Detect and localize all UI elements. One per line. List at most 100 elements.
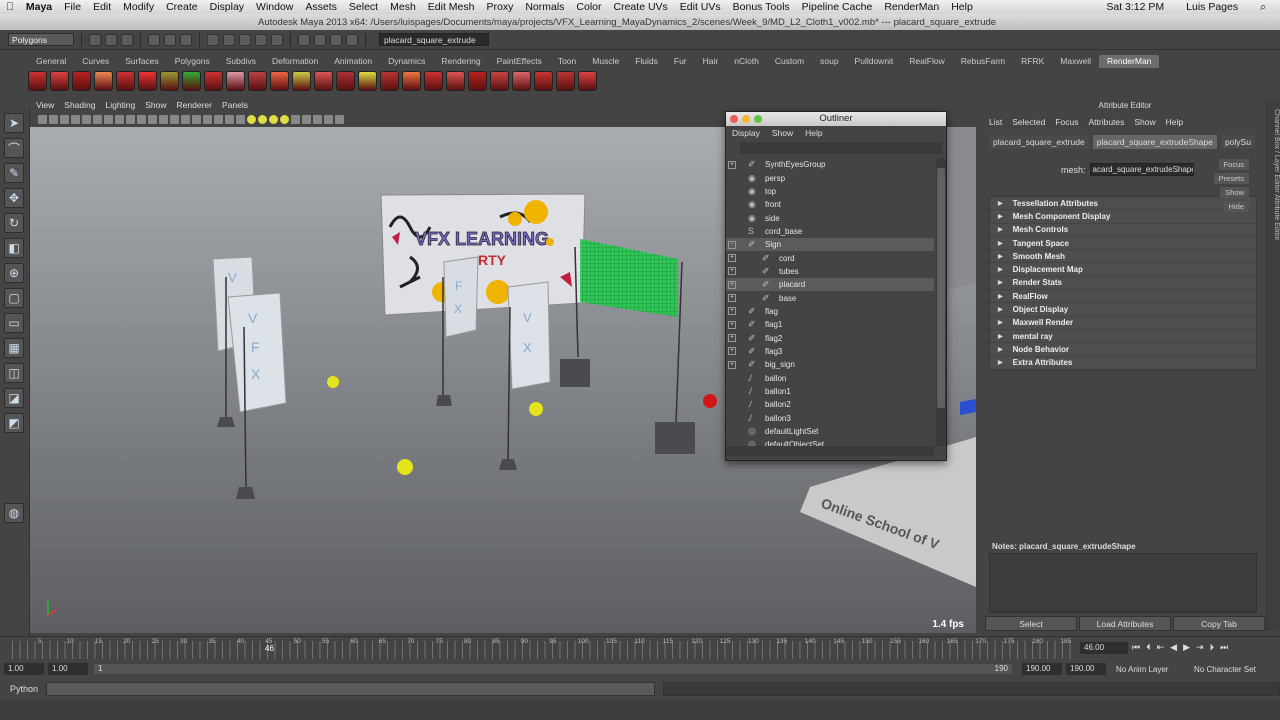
expand-triangle-icon[interactable]: ▶: [998, 346, 1003, 353]
attr-tab[interactable]: placard_square_extrudeShape: [1092, 135, 1217, 149]
menu-assets[interactable]: Assets: [299, 1, 343, 13]
menu-edit-uvs[interactable]: Edit UVs: [674, 1, 727, 13]
panel-menu-renderer[interactable]: Renderer: [177, 100, 212, 112]
attr-menu-focus[interactable]: Focus: [1055, 117, 1078, 127]
play-backwards-icon[interactable]: ◀: [1170, 642, 1177, 653]
step-back-key-icon[interactable]: ⇤: [1157, 642, 1165, 653]
shelf-button-icon[interactable]: [380, 71, 399, 91]
attr-section[interactable]: ▶ Render Stats: [990, 276, 1256, 291]
panel-tool-icon[interactable]: [225, 115, 234, 124]
expand-triangle-icon[interactable]: ▶: [998, 319, 1003, 326]
attr-section[interactable]: ▶ Maxwell Render: [990, 316, 1256, 330]
shelf-button-icon[interactable]: [424, 71, 443, 91]
go-to-end-icon[interactable]: ⏭: [1220, 642, 1228, 653]
snap-plane-icon[interactable]: [255, 33, 267, 46]
expand-toggle-icon[interactable]: +: [728, 294, 736, 303]
expand-triangle-icon[interactable]: ▶: [998, 213, 1003, 220]
outliner-item[interactable]: ◉ front: [726, 198, 934, 211]
shelf-button-icon[interactable]: [314, 71, 333, 91]
end-time-field[interactable]: 190.00: [1066, 663, 1106, 675]
copy-tab-button[interactable]: Copy Tab: [1173, 616, 1265, 631]
menu-help[interactable]: Help: [945, 1, 979, 13]
snap-point-icon[interactable]: [239, 33, 251, 46]
menu-mesh[interactable]: Mesh: [384, 1, 422, 13]
menu-bonus-tools[interactable]: Bonus Tools: [727, 1, 796, 13]
paint-select-tool-icon[interactable]: ✎: [4, 163, 24, 183]
outliner-menu-show[interactable]: Show: [772, 128, 793, 138]
open-scene-icon[interactable]: [105, 33, 117, 46]
panel-tool-icon[interactable]: [104, 115, 113, 124]
panel-tool-icon[interactable]: [82, 115, 91, 124]
shelf-button-icon[interactable]: [556, 71, 575, 91]
attr-section[interactable]: ▶ mental ray: [990, 329, 1256, 344]
shelf-button-icon[interactable]: [446, 71, 465, 91]
menu-color[interactable]: Color: [570, 1, 607, 13]
shelf-button-icon[interactable]: [116, 71, 135, 91]
save-scene-icon[interactable]: [121, 33, 133, 46]
outliner-item[interactable]: ◉ persp: [726, 171, 934, 184]
shelf-button-icon[interactable]: [50, 71, 69, 91]
expand-toggle-icon[interactable]: +: [728, 267, 736, 276]
shelf-tab-dynamics[interactable]: Dynamics: [380, 55, 433, 68]
load-attributes-button[interactable]: Load Attributes: [1079, 616, 1171, 631]
panel-tool-icon[interactable]: [313, 115, 322, 124]
attr-section[interactable]: ▶ RealFlow: [990, 290, 1256, 304]
expand-toggle-icon[interactable]: +: [728, 320, 736, 329]
rotate-tool-icon[interactable]: ↻: [4, 213, 24, 233]
shelf-button-icon[interactable]: [292, 71, 311, 91]
attr-menu-selected[interactable]: Selected: [1012, 117, 1045, 127]
panel-menu-lighting[interactable]: Lighting: [105, 100, 135, 112]
shelf-tab-muscle[interactable]: Muscle: [584, 55, 627, 68]
menu-proxy[interactable]: Proxy: [480, 1, 519, 13]
menu-modify[interactable]: Modify: [117, 1, 160, 13]
shelf-tab-fluids[interactable]: Fluids: [627, 55, 666, 68]
expand-triangle-icon[interactable]: ▶: [998, 293, 1003, 300]
hypershade-layout-icon[interactable]: ◩: [4, 413, 24, 433]
selection-field[interactable]: placard_square_extrude: [379, 33, 489, 46]
shelf-tab-general[interactable]: General: [28, 55, 74, 68]
play-forwards-icon[interactable]: ▶: [1183, 642, 1190, 653]
expand-triangle-icon[interactable]: ▶: [998, 253, 1003, 260]
shelf-tab-subdivs[interactable]: Subdivs: [218, 55, 264, 68]
outliner-item[interactable]: + ✐ flag1: [726, 318, 934, 331]
panel-tool-icon[interactable]: [324, 115, 333, 124]
outliner-item[interactable]: ◉ top: [726, 185, 934, 198]
expand-triangle-icon[interactable]: ▶: [998, 240, 1003, 247]
outliner-item[interactable]: + ✐ flag2: [726, 331, 934, 344]
panel-tool-icon[interactable]: [335, 115, 344, 124]
snap-curve-icon[interactable]: [223, 33, 235, 46]
shelf-button-icon[interactable]: [490, 71, 509, 91]
outliner-titlebar[interactable]: Outliner: [726, 112, 946, 126]
command-language-label[interactable]: Python: [10, 684, 38, 694]
shelf-button-icon[interactable]: [72, 71, 91, 91]
close-icon[interactable]: [730, 115, 738, 123]
render-settings-icon[interactable]: [346, 33, 358, 46]
search-icon[interactable]: ⌕: [1254, 1, 1272, 14]
user-name[interactable]: Luis Pages: [1180, 1, 1244, 14]
panel-tool-icon[interactable]: [137, 115, 146, 124]
persp-outliner-layout-icon[interactable]: ◫: [4, 363, 24, 383]
shelf-tab-surfaces[interactable]: Surfaces: [117, 55, 167, 68]
shelf-button-icon[interactable]: [94, 71, 113, 91]
shelf-tab-ncloth[interactable]: nCloth: [726, 55, 767, 68]
panel-tool-icon[interactable]: [269, 115, 278, 124]
panel-tool-icon[interactable]: [159, 115, 168, 124]
panel-tool-icon[interactable]: [203, 115, 212, 124]
expand-triangle-icon[interactable]: ▶: [998, 266, 1003, 273]
current-frame-field[interactable]: 46.00: [1080, 642, 1128, 654]
balloon3[interactable]: [703, 394, 717, 408]
step-forward-icon[interactable]: ⏵: [1210, 642, 1215, 653]
shelf-button-icon[interactable]: [182, 71, 201, 91]
flag-middle[interactable]: F X: [443, 256, 479, 338]
expand-triangle-icon[interactable]: ▶: [998, 226, 1003, 233]
balloon2[interactable]: [397, 459, 413, 475]
menu-normals[interactable]: Normals: [519, 1, 570, 13]
shelf-button-icon[interactable]: [468, 71, 487, 91]
attr-section[interactable]: ▶ Object Display: [990, 303, 1256, 317]
history-icon[interactable]: [298, 33, 310, 46]
apple-icon[interactable]: : [0, 1, 20, 13]
new-scene-icon[interactable]: [89, 33, 101, 46]
expand-toggle-icon[interactable]: +: [728, 334, 736, 343]
zoom-icon[interactable]: [754, 115, 762, 123]
panel-tool-icon[interactable]: [126, 115, 135, 124]
